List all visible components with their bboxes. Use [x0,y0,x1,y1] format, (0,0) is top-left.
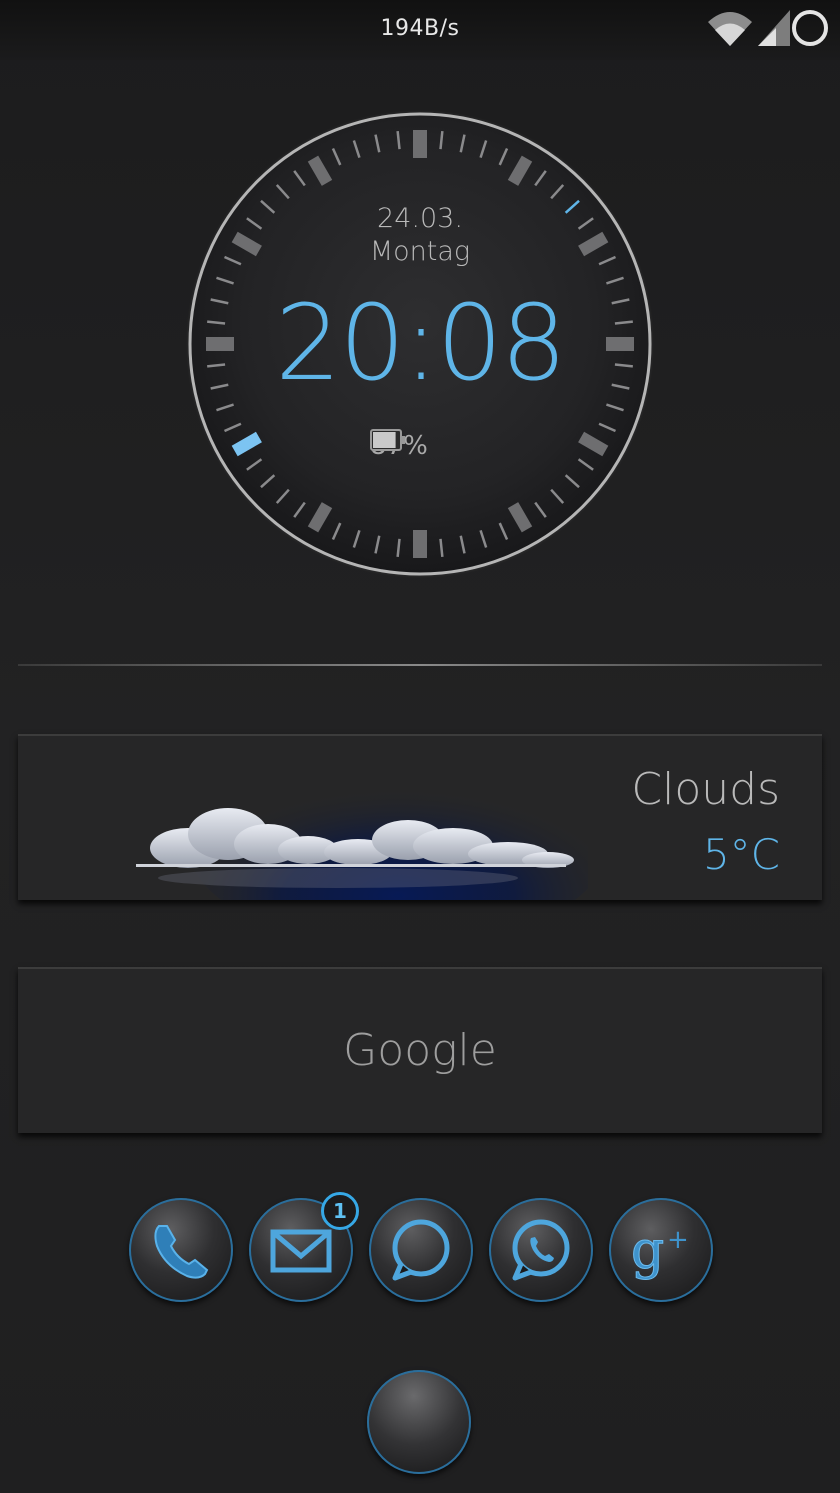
status-bar[interactable]: 194B/s [0,0,840,60]
dial-tick [413,530,427,558]
weather-condition: Clouds [631,764,780,815]
messaging-app-button[interactable] [369,1198,473,1302]
battery-icon [370,429,405,451]
wifi-icon [708,12,752,46]
google-search-widget[interactable]: Google [18,967,822,1133]
weather-temperature: 5°C [702,830,780,879]
google-plus-icon: g + [631,1221,689,1282]
app-drawer-icon [367,1370,471,1474]
google-plus-app-button[interactable]: g + [609,1198,713,1302]
signal-icon [758,10,790,46]
battery-status: 87% [370,428,428,464]
date-label: 24.03. [377,203,463,234]
messaging-icon [392,1219,450,1281]
svg-text:+: + [667,1225,689,1255]
whatsapp-app-button[interactable] [489,1198,593,1302]
home-screen: 194B/s 24.03. Montag 20:08 Clouds 5°C Go… [0,0,840,1493]
clock-date: 24.03. Montag [186,202,654,268]
app-drawer-button[interactable] [367,1370,471,1474]
gmail-app-button[interactable]: 1 [249,1192,359,1302]
notification-badge: 1 [321,1192,359,1230]
divider [18,664,822,666]
svg-text:g: g [631,1221,664,1281]
battery-ring-icon [792,10,828,46]
clock-widget[interactable]: 24.03. Montag 20:08 87% [186,110,654,578]
whatsapp-icon [512,1219,570,1281]
dial-tick [413,130,427,158]
search-label: Google [343,1025,497,1076]
status-icons [706,8,830,50]
phone-icon [154,1225,209,1279]
phone-app-button[interactable] [129,1198,233,1302]
clock-time: 20:08 [275,282,567,404]
weather-widget[interactable]: Clouds 5°C [18,734,822,900]
weekday-label: Montag [369,236,471,267]
clouds-icon [136,746,588,900]
